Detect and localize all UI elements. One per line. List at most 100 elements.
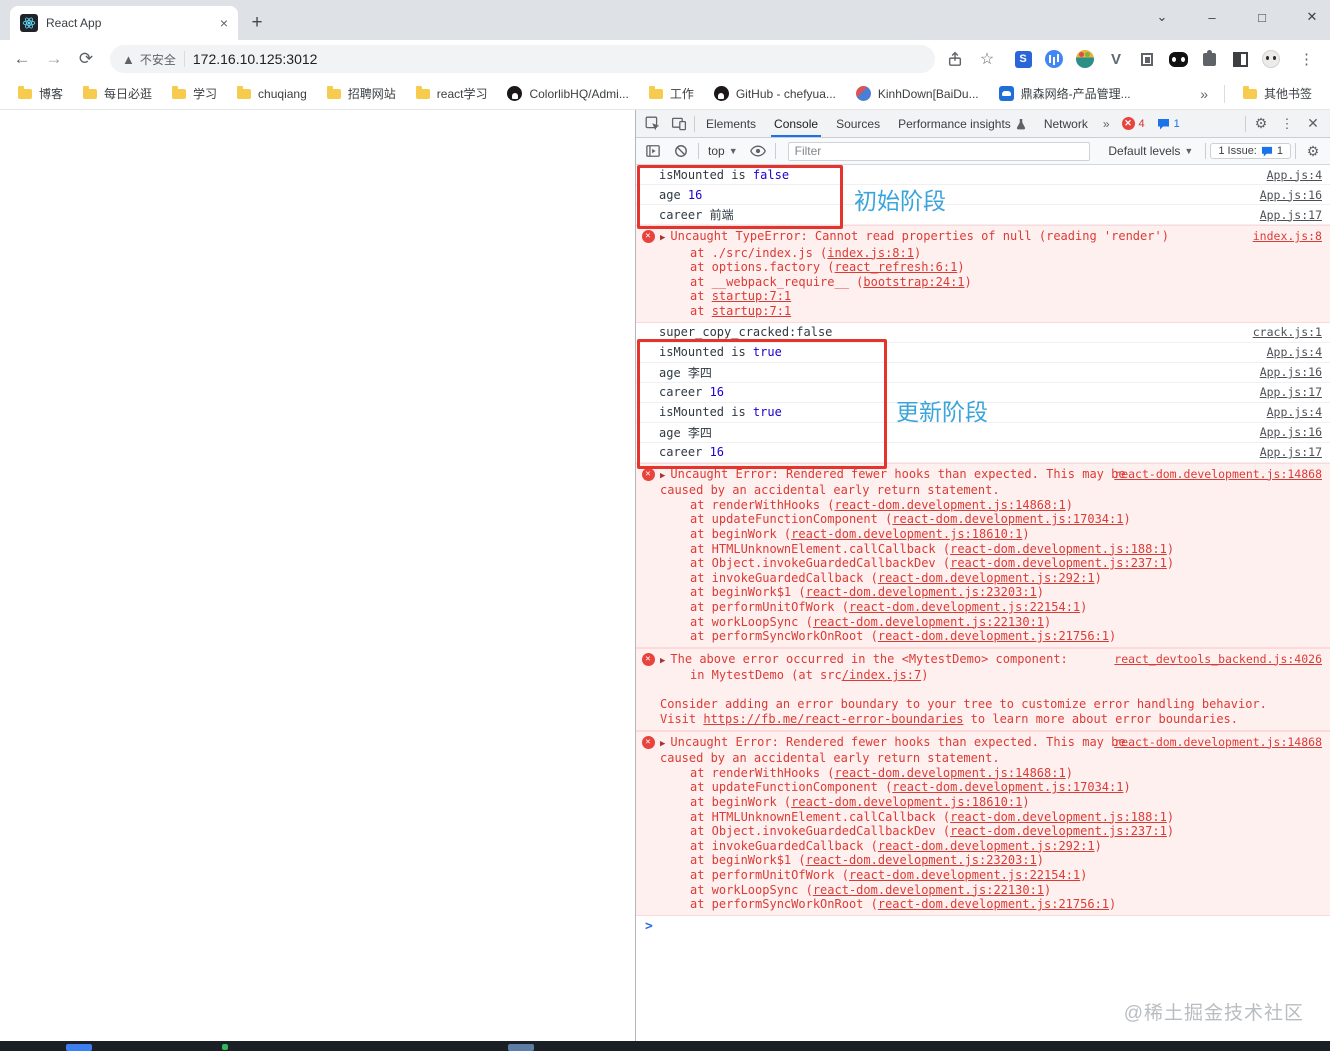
share-icon[interactable] [945, 49, 965, 69]
stack-link[interactable]: /index.js:7 [842, 668, 921, 682]
devtools-menu-icon[interactable]: ⋮ [1274, 111, 1300, 137]
stack-link[interactable]: react-dom.development.js:17034:1 [892, 780, 1123, 794]
error-badge[interactable]: ✕ 4 [1116, 117, 1151, 130]
stack-link[interactable]: react-dom.development.js:188:1 [950, 810, 1167, 824]
stack-link[interactable]: startup:7:1 [712, 289, 791, 303]
source-link[interactable]: App.js:4 [1255, 405, 1322, 419]
reload-icon[interactable]: ⟳ [72, 45, 100, 73]
address-bar[interactable]: ▲ 不安全 172.16.10.125:3012 [110, 45, 935, 73]
tab-performance-insights[interactable]: Performance insights [889, 110, 1035, 137]
stack-link[interactable]: react_refresh:6:1 [835, 260, 958, 274]
bookmark-item[interactable]: KinhDown[BaiDu... [848, 83, 987, 104]
source-link[interactable]: index.js:8 [1253, 229, 1322, 243]
source-link[interactable]: App.js:16 [1248, 425, 1322, 439]
source-link[interactable]: App.js:4 [1255, 345, 1322, 359]
issues-counter-button[interactable]: 1 Issue: 1 [1210, 143, 1291, 159]
taskbar-app-icon[interactable] [508, 1044, 534, 1051]
extension-darkreader-icon[interactable] [1168, 49, 1188, 69]
bookmark-star-icon[interactable]: ☆ [977, 49, 997, 69]
stack-link[interactable]: https://fb.me/react-error-boundaries [703, 712, 963, 726]
minimize-button[interactable]: – [1202, 10, 1222, 25]
stack-link[interactable]: startup:7:1 [712, 304, 791, 318]
bookmark-item[interactable]: 博客 [10, 82, 71, 105]
console-prompt[interactable]: > [636, 916, 1330, 938]
tab-search-chevron-icon[interactable]: ⌄ [1152, 9, 1172, 25]
source-link[interactable]: App.js:4 [1255, 168, 1322, 182]
stack-link[interactable]: index.js:8:1 [827, 246, 914, 260]
extensions-puzzle-icon[interactable] [1199, 49, 1219, 69]
stack-link[interactable]: react-dom.development.js:292:1 [878, 839, 1095, 853]
stack-link[interactable]: bootstrap:24:1 [863, 275, 964, 289]
browser-menu-icon[interactable]: ⋮ [1291, 50, 1322, 68]
bookmark-item[interactable]: 招聘网站 [319, 82, 404, 105]
issues-badge[interactable]: 1 [1151, 118, 1186, 130]
stack-link[interactable]: react-dom.development.js:292:1 [878, 571, 1095, 585]
stack-link[interactable]: react-dom.development.js:18610:1 [791, 527, 1022, 541]
taskbar-app-icon[interactable] [222, 1044, 228, 1050]
source-link[interactable]: App.js:17 [1248, 385, 1322, 399]
clear-console-icon[interactable] [668, 138, 694, 164]
bookmark-item[interactable]: 鼎森网络-产品管理... [991, 82, 1139, 105]
stack-link[interactable]: react-dom.development.js:22154:1 [849, 600, 1080, 614]
security-warning[interactable]: ▲ 不安全 [122, 51, 176, 68]
stack-link[interactable]: react-dom.development.js:23203:1 [806, 585, 1037, 599]
stack-link[interactable]: react-dom.development.js:21756:1 [878, 629, 1109, 643]
extension-sidebar-icon[interactable] [1230, 49, 1250, 69]
console-filter-input[interactable] [787, 141, 1091, 161]
extension-bowl-icon[interactable] [1075, 49, 1095, 69]
context-selector[interactable]: top ▼ [703, 144, 743, 158]
extension-copy-icon[interactable] [1137, 49, 1157, 69]
expand-triangle-icon[interactable]: ▶ [660, 471, 665, 481]
stack-link[interactable]: react-dom.development.js:17034:1 [892, 512, 1123, 526]
extension-vue-icon[interactable]: V [1106, 49, 1126, 69]
bookmark-item[interactable]: 工作 [641, 82, 702, 105]
stack-link[interactable]: react-dom.development.js:21756:1 [878, 897, 1109, 911]
bookmarks-overflow-icon[interactable]: » [1194, 86, 1214, 102]
url-text[interactable]: 172.16.10.125:3012 [193, 51, 318, 67]
taskbar-app-icon[interactable] [66, 1044, 92, 1051]
console-sidebar-icon[interactable] [640, 138, 666, 164]
source-link[interactable]: App.js:17 [1248, 208, 1322, 222]
source-link[interactable]: react-dom.development.js:14868 [1114, 467, 1322, 481]
stack-link[interactable]: react-dom.development.js:23203:1 [806, 853, 1037, 867]
forward-icon[interactable]: → [40, 45, 68, 73]
console-settings-icon[interactable]: ⚙ [1300, 138, 1326, 164]
stack-link[interactable]: react-dom.development.js:22130:1 [813, 615, 1044, 629]
device-toolbar-icon[interactable] [666, 111, 692, 137]
expand-triangle-icon[interactable]: ▶ [660, 739, 665, 749]
new-tab-button[interactable]: + [244, 10, 270, 36]
devtools-close-icon[interactable]: ✕ [1300, 111, 1326, 137]
close-window-button[interactable]: ✕ [1302, 9, 1322, 25]
stack-link[interactable]: react-dom.development.js:237:1 [950, 824, 1167, 838]
devtools-settings-icon[interactable]: ⚙ [1248, 111, 1274, 137]
tab-close-icon[interactable]: × [220, 15, 228, 31]
bookmark-item[interactable]: ColorlibHQ/Admi... [499, 83, 636, 104]
tab-console[interactable]: Console [765, 110, 827, 137]
maximize-button[interactable]: □ [1252, 10, 1272, 25]
live-expression-eye-icon[interactable] [745, 138, 771, 164]
bookmark-item[interactable]: chuqiang [229, 84, 315, 104]
extension-tampermonkey-icon[interactable] [1261, 49, 1281, 69]
bookmark-item[interactable]: 学习 [164, 82, 225, 105]
bookmark-item[interactable]: GitHub - chefyua... [706, 83, 844, 104]
stack-link[interactable]: react-dom.development.js:188:1 [950, 542, 1167, 556]
bookmark-item[interactable]: react学习 [408, 82, 496, 105]
extension-s-icon[interactable]: S [1013, 49, 1033, 69]
stack-link[interactable]: react-dom.development.js:14868:1 [835, 498, 1066, 512]
stack-link[interactable]: react-dom.development.js:22154:1 [849, 868, 1080, 882]
log-levels-dropdown[interactable]: Default levels ▼ [1100, 144, 1201, 158]
other-bookmarks-button[interactable]: 其他书签 [1235, 82, 1320, 105]
source-link[interactable]: App.js:16 [1248, 365, 1322, 379]
bookmark-item[interactable]: 每日必逛 [75, 82, 160, 105]
more-tabs-icon[interactable]: » [1097, 117, 1116, 131]
stack-link[interactable]: react-dom.development.js:18610:1 [791, 795, 1022, 809]
stack-link[interactable]: react-dom.development.js:22130:1 [813, 883, 1044, 897]
source-link[interactable]: react_devtools_backend.js:4026 [1114, 652, 1322, 666]
tab-network[interactable]: Network [1035, 110, 1097, 137]
extension-analytics-icon[interactable] [1044, 49, 1064, 69]
source-link[interactable]: react-dom.development.js:14868 [1114, 735, 1322, 749]
tab-elements[interactable]: Elements [697, 110, 765, 137]
inspect-element-icon[interactable] [640, 111, 666, 137]
source-link[interactable]: App.js:16 [1248, 188, 1322, 202]
source-link[interactable]: crack.js:1 [1241, 325, 1322, 339]
